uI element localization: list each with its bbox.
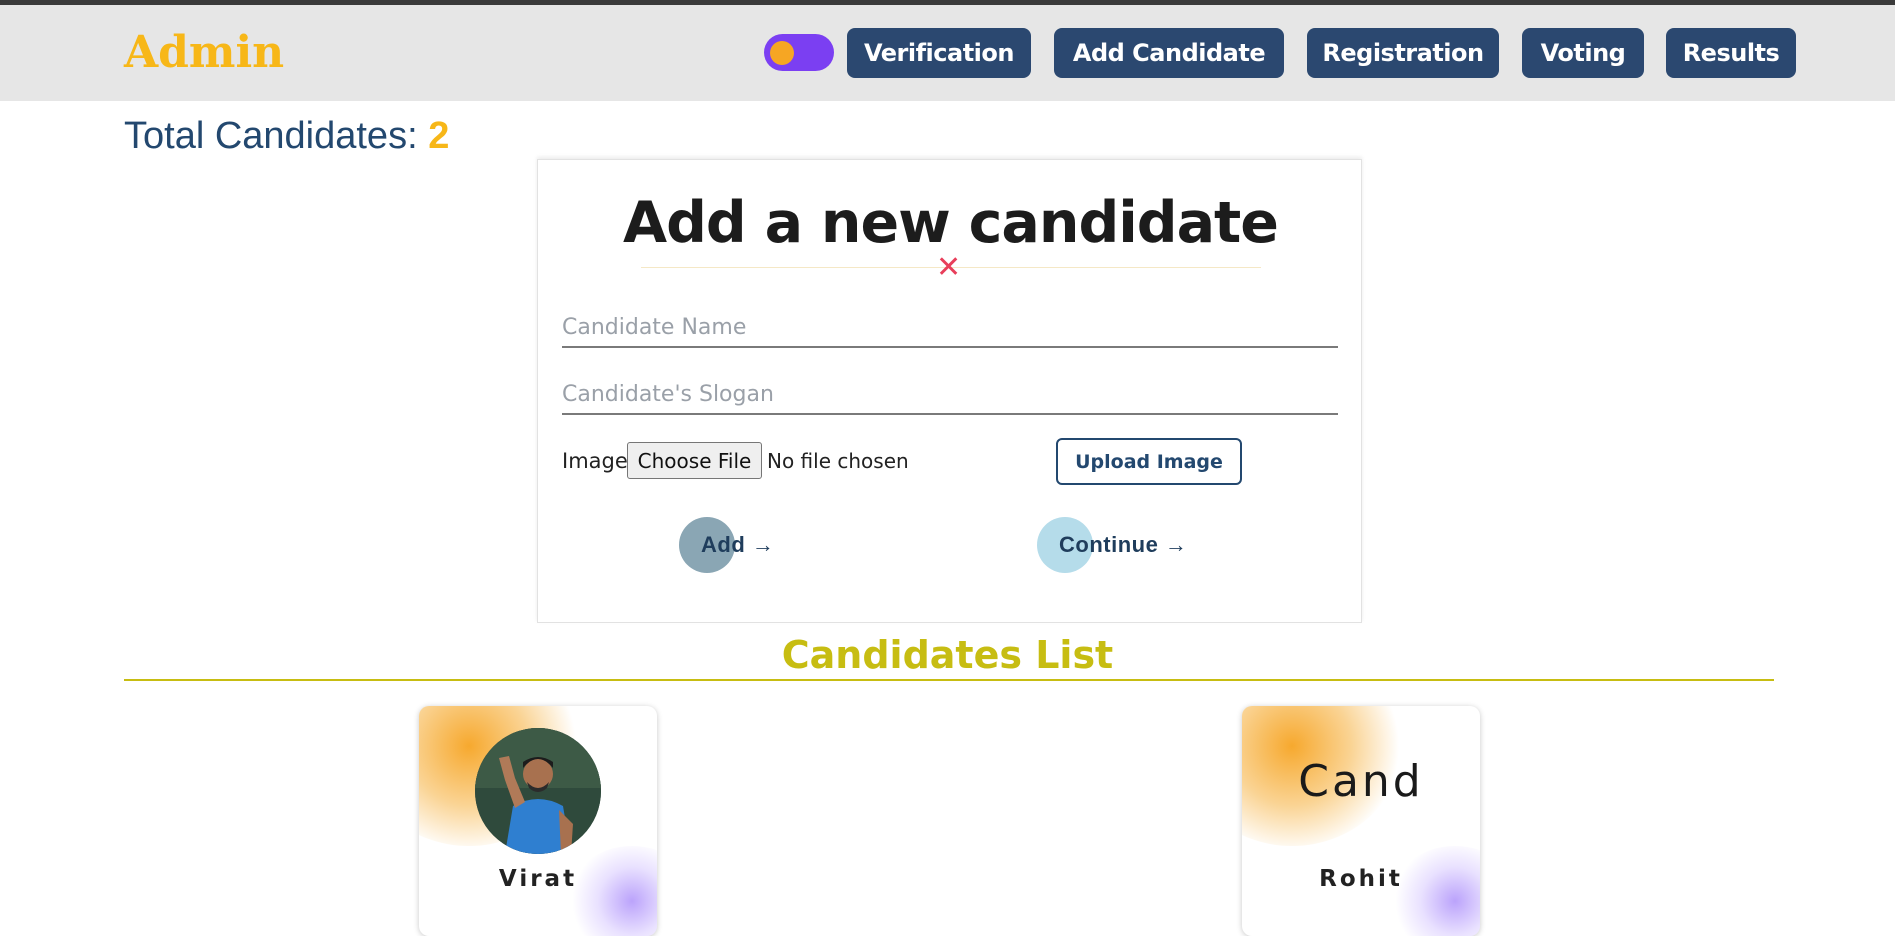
toggle-knob bbox=[770, 41, 794, 65]
candidate-name: Rohit bbox=[1319, 866, 1403, 892]
candidate-card[interactable]: Cand Rohit bbox=[1242, 706, 1480, 936]
total-candidates: Total Candidates: 2 bbox=[124, 115, 449, 158]
candidates-list-divider bbox=[124, 679, 1774, 681]
nav-results-button[interactable]: Results bbox=[1666, 28, 1796, 78]
add-candidate-form: Add a new candidate ✕ Image Choose File … bbox=[537, 159, 1362, 623]
nav-verification-button[interactable]: Verification bbox=[847, 28, 1031, 78]
candidate-avatar bbox=[475, 728, 601, 854]
add-button-label: Add → bbox=[701, 532, 775, 557]
theme-toggle[interactable] bbox=[764, 34, 834, 71]
candidate-name-input[interactable] bbox=[562, 308, 1338, 346]
candidate-name-field bbox=[562, 308, 1338, 348]
nav-registration-button[interactable]: Registration bbox=[1307, 28, 1499, 78]
candidates-list-title: Candidates List bbox=[781, 633, 1114, 677]
choose-file-button[interactable]: Choose File bbox=[627, 442, 762, 479]
candidate-card[interactable]: Virat bbox=[419, 706, 657, 936]
upload-image-button[interactable]: Upload Image bbox=[1056, 438, 1242, 485]
candidate-name: Virat bbox=[498, 866, 578, 892]
form-title: Add a new candidate bbox=[623, 190, 1279, 256]
brand-logo[interactable]: Admin bbox=[124, 27, 284, 78]
close-icon[interactable]: ✕ bbox=[936, 253, 961, 283]
candidate-slogan-input[interactable] bbox=[562, 375, 1338, 413]
navbar: Admin Verification Add Candidate Registr… bbox=[0, 5, 1895, 101]
candidate-slogan-field bbox=[562, 375, 1338, 415]
nav-add-candidate-button[interactable]: Add Candidate bbox=[1054, 28, 1284, 78]
continue-button[interactable]: Continue → bbox=[1037, 517, 1207, 573]
nav-voting-button[interactable]: Voting bbox=[1522, 28, 1644, 78]
add-button[interactable]: Add → bbox=[679, 517, 789, 573]
total-candidates-label: Total Candidates: bbox=[124, 115, 429, 157]
candidate-image-alt-text: Cand bbox=[1298, 756, 1424, 807]
file-status: No file chosen bbox=[767, 449, 909, 473]
total-candidates-count: 2 bbox=[428, 115, 450, 157]
image-label: Image bbox=[562, 449, 628, 473]
continue-button-label: Continue → bbox=[1059, 532, 1188, 557]
